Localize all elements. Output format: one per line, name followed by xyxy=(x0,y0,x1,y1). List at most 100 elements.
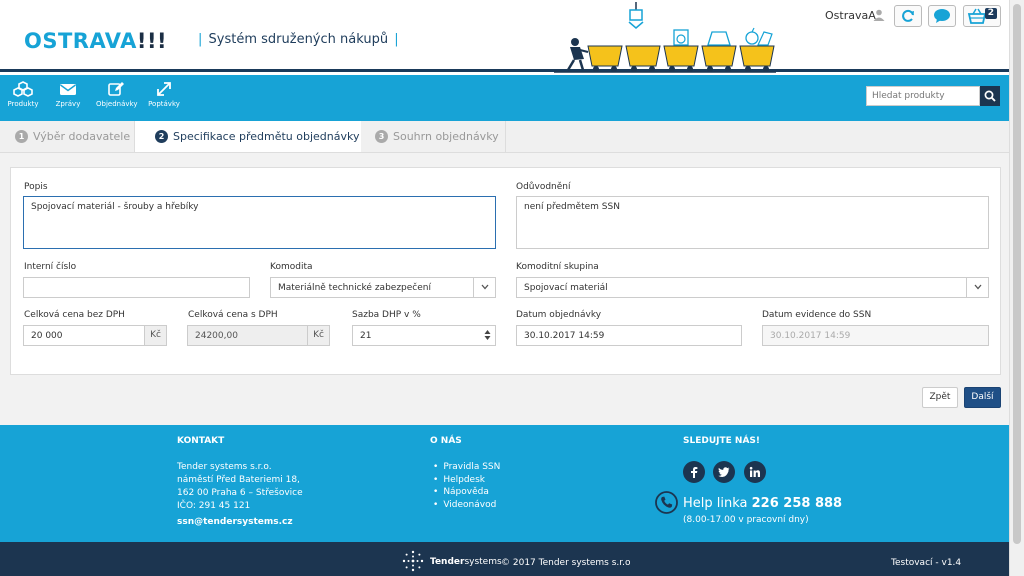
footer-link-helpdesk[interactable]: Helpdesk xyxy=(433,474,500,487)
cart-count-badge: 2 xyxy=(984,8,997,19)
messages-button[interactable] xyxy=(928,5,956,27)
nav-label: Poptávky xyxy=(148,100,180,108)
cena-s-dph-label: Celková cena s DPH xyxy=(188,310,278,320)
search-icon xyxy=(984,90,996,102)
nav-label: Objednávky xyxy=(96,100,138,108)
help-line-prefix: Help linka xyxy=(683,496,748,511)
nav-item-zpravy[interactable]: Zprávy xyxy=(55,81,81,109)
sazba-dph-label: Sazba DHP v % xyxy=(352,310,421,320)
komodita-select[interactable]: Materiálně technické zabezpečení xyxy=(270,277,496,298)
datum-objednavky-label: Datum objednávky xyxy=(516,310,602,320)
komoditni-skupina-select[interactable]: Spojovací materiál xyxy=(516,277,989,298)
tendersystems-brand: Tendersystems xyxy=(430,557,502,568)
datum-objednavky-input[interactable]: 30.10.2017 14:59 xyxy=(516,325,742,346)
footer-city: 162 00 Praha 6 – Střešovice xyxy=(177,488,303,498)
footer: KONTAKT Tender systems s.r.o. náměstí Př… xyxy=(0,425,1009,542)
logo-bang: !!! xyxy=(136,29,168,53)
footer-company: Tender systems s.r.o. xyxy=(177,462,272,472)
logo-text: OSTRAVA xyxy=(24,29,137,53)
step-number: 1 xyxy=(15,130,28,143)
cart-button[interactable]: 2 xyxy=(963,5,1001,27)
step-number: 3 xyxy=(375,130,388,143)
product-search-input[interactable]: Hledat produkty xyxy=(866,86,980,106)
facebook-button[interactable] xyxy=(683,461,705,483)
footer-ico: IČO: 291 45 121 xyxy=(177,501,251,511)
step-label: Výběr dodavatele xyxy=(33,130,131,143)
version-text: Testovací - v1.4 xyxy=(891,558,962,568)
site-tagline: | Systém sdružených nákupů | xyxy=(198,32,399,47)
cena-s-dph-input: 24200,00 xyxy=(187,325,308,346)
komodita-value: Materiálně technické zabezpečení xyxy=(278,283,431,293)
cubes-icon xyxy=(13,81,33,97)
twitter-icon xyxy=(718,467,730,478)
footer-link-pravidla[interactable]: Pravidla SSN xyxy=(433,461,500,474)
datum-evidence-label: Datum evidence do SSN xyxy=(762,310,872,320)
copyright-text: © 2017 Tender systems s.r.o xyxy=(501,558,631,568)
sazba-dph-value: 21 xyxy=(360,331,372,341)
chevron-down-icon xyxy=(481,284,488,290)
envelope-icon xyxy=(60,84,76,95)
tagline-text: Systém sdružených nákupů xyxy=(208,32,389,47)
footer-street: náměstí Před Bateriemi 18, xyxy=(177,475,300,485)
nav-item-poptavky[interactable]: Poptávky xyxy=(148,81,180,109)
next-button[interactable]: Další xyxy=(964,387,1001,408)
oduvodneni-label: Odůvodnění xyxy=(516,182,571,192)
help-line-text: Help linka 226 258 888 xyxy=(683,496,842,512)
number-spinner-icon[interactable] xyxy=(484,329,491,341)
cena-bez-dph-label: Celková cena bez DPH xyxy=(24,310,125,320)
edit-icon xyxy=(108,82,124,96)
help-line-number[interactable]: 226 258 888 xyxy=(752,496,842,511)
search-button[interactable] xyxy=(980,86,1000,106)
form-area: Popis Spojovací materiál - šrouby a hřeb… xyxy=(0,153,1009,425)
komoditni-skupina-value: Spojovací materiál xyxy=(524,283,608,293)
cena-bez-dph-currency: Kč xyxy=(144,325,167,346)
chevron-down-icon xyxy=(974,284,981,290)
scrollbar-thumb[interactable] xyxy=(1013,4,1021,544)
facebook-icon xyxy=(691,467,698,478)
brand-rest: systems xyxy=(464,557,502,567)
main-nav: Produkty Zprávy Objednávky Poptávky Hled… xyxy=(0,75,1009,121)
order-specification-form: Popis Spojovací materiál - šrouby a hřeb… xyxy=(10,167,1001,375)
site-logo[interactable]: OSTRAVA!!! xyxy=(24,28,167,54)
datum-evidence-input: 30.10.2017 14:59 xyxy=(762,325,989,346)
linkedin-icon xyxy=(749,466,760,477)
footer-email-link[interactable]: ssn@tendersystems.cz xyxy=(177,516,293,528)
nav-label: Zprávy xyxy=(55,100,81,108)
komodita-dropdown-toggle[interactable] xyxy=(473,278,495,297)
interni-cislo-input[interactable] xyxy=(23,277,250,298)
step-souhrn[interactable]: 3 Souhrn objednávky xyxy=(361,121,506,152)
linkedin-button[interactable] xyxy=(744,461,766,483)
brand-bold: Tender xyxy=(430,557,465,567)
footer-contact-heading: KONTAKT xyxy=(177,436,225,446)
step-vyber-dodavatele[interactable]: 1 Výběr dodavatele xyxy=(0,121,135,152)
twitter-button[interactable] xyxy=(713,461,735,483)
user-icon[interactable] xyxy=(873,9,885,21)
phone-icon xyxy=(655,491,678,514)
footer-link-napoveda[interactable]: Nápověda xyxy=(433,486,500,499)
step-number: 2 xyxy=(155,130,168,143)
mine-train-illustration xyxy=(554,2,776,73)
step-specifikace[interactable]: 2 Specifikace předmětu objednávky xyxy=(135,121,361,152)
popis-label: Popis xyxy=(24,182,48,192)
footer-about-links: Pravidla SSN Helpdesk Nápověda Videonávo… xyxy=(433,461,500,511)
cena-bez-dph-input[interactable]: 20 000 xyxy=(23,325,145,346)
komoditni-skupina-dropdown-toggle[interactable] xyxy=(966,278,988,297)
nav-item-objednavky[interactable]: Objednávky xyxy=(96,81,138,109)
oduvodneni-textarea[interactable]: není předmětem SSN xyxy=(516,196,989,249)
cena-s-dph-currency: Kč xyxy=(307,325,330,346)
step-label: Souhrn objednávky xyxy=(393,130,499,143)
back-button[interactable]: Zpět xyxy=(922,387,958,408)
page-scrollbar[interactable] xyxy=(1009,0,1024,576)
footer-follow-heading: SLEDUJTE NÁS! xyxy=(683,436,760,446)
user-name[interactable]: OstravaA xyxy=(825,9,876,23)
komodita-label: Komodita xyxy=(270,262,313,272)
header: OSTRAVA!!! | Systém sdružených nákupů | xyxy=(0,0,1009,73)
step-label: Specifikace předmětu objednávky xyxy=(173,130,360,143)
tendersystems-logo-icon xyxy=(402,550,424,572)
refresh-button[interactable] xyxy=(894,5,922,27)
nav-item-produkty[interactable]: Produkty xyxy=(7,81,39,109)
popis-textarea[interactable]: Spojovací materiál - šrouby a hřebíky xyxy=(23,196,496,249)
sazba-dph-input[interactable]: 21 xyxy=(352,325,496,346)
nav-label: Produkty xyxy=(7,100,39,108)
footer-link-videonavod[interactable]: Videonávod xyxy=(433,499,500,512)
